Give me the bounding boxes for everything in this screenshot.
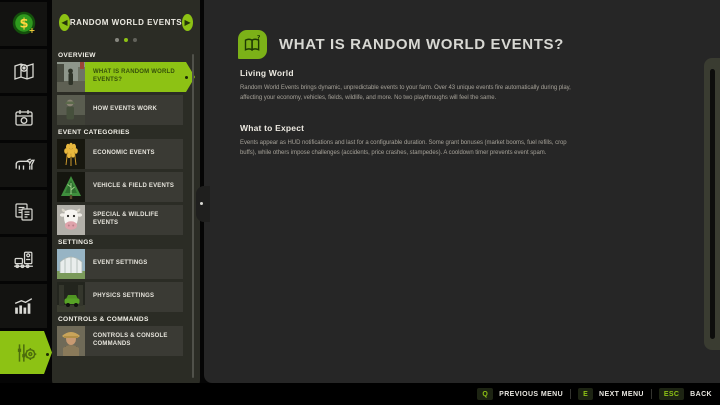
sidebar-item-label: WHAT IS RANDOM WORLD EVENTS? xyxy=(85,62,195,92)
left-icon-bar: $ + xyxy=(0,0,47,405)
page-title: WHAT IS RANDOM WORLD EVENTS? xyxy=(279,36,564,53)
sidebar-item-label: VEHICLE & FIELD EVENTS xyxy=(85,172,183,202)
sidebar-scrollbar[interactable] xyxy=(192,54,194,378)
sidebar-header: ◀ RANDOM WORLD EVENTS ▶ xyxy=(52,0,200,31)
main-scrollbar[interactable] xyxy=(704,58,720,350)
next-menu-label: NEXT MENU xyxy=(599,391,644,398)
wheat-icon xyxy=(57,139,85,169)
sidebar-item-label: EVENT SETTINGS xyxy=(85,249,183,279)
previous-menu-button[interactable]: Q PREVIOUS MENU xyxy=(477,388,563,400)
section-body: Random World Events brings dynamic, unpr… xyxy=(240,84,578,104)
svg-text:+: + xyxy=(28,26,35,35)
next-menu-button[interactable]: E NEXT MENU xyxy=(578,388,644,400)
previous-menu-label: PREVIOUS MENU xyxy=(499,391,563,398)
sidebar-item-label: SPECIAL & WILDLIFE EVENTS xyxy=(85,205,183,235)
key-e-badge: E xyxy=(578,388,593,400)
page-dot xyxy=(115,38,119,42)
sidebar-item-vehicle-field-events[interactable]: VEHICLE & FIELD EVENTS xyxy=(57,172,183,202)
panel-collapse-handle[interactable] xyxy=(196,186,210,222)
garage-photo-thumbnail xyxy=(57,282,85,312)
back-button[interactable]: ESC BACK xyxy=(659,388,712,400)
sidebar-item-controls-console-commands[interactable]: CONTROLS & CONSOLE COMMANDS xyxy=(57,326,183,356)
main-panel: ? WHAT IS RANDOM WORLD EVENTS? Living Wo… xyxy=(204,0,720,383)
svg-text:$: $ xyxy=(19,17,28,32)
calendar-icon xyxy=(12,106,36,130)
sidebar-title: RANDOM WORLD EVENTS xyxy=(70,18,182,27)
street-scene-1-thumbnail xyxy=(57,62,85,92)
key-esc-badge: ESC xyxy=(659,388,684,400)
sidebar-content: OVERVIEW WHAT IS RANDOM WORLD EVENTS? xyxy=(52,42,200,356)
sidebar-item-special-wildlife-events[interactable]: SPECIAL & WILDLIFE EVENTS xyxy=(57,205,183,235)
svg-text:?: ? xyxy=(257,35,261,42)
content-section-what-to-expect: What to Expect Events appear as HUD noti… xyxy=(240,123,578,159)
main-scrollbar-track xyxy=(710,69,715,339)
prev-page-button[interactable]: ◀ xyxy=(59,14,70,31)
back-label: BACK xyxy=(690,391,712,398)
main-header: ? WHAT IS RANDOM WORLD EVENTS? xyxy=(238,30,564,59)
greenhouse-photo-thumbnail xyxy=(57,249,85,279)
nav-mod-settings-active[interactable] xyxy=(0,331,52,374)
sidebar-panel: ◀ RANDOM WORLD EVENTS ▶ OVERVIEW xyxy=(52,0,200,390)
separator xyxy=(570,389,571,399)
tree-icon xyxy=(57,172,85,202)
section-label-overview: OVERVIEW xyxy=(58,52,194,59)
selected-item-dot xyxy=(185,76,188,79)
nav-contracts[interactable] xyxy=(0,190,47,234)
sidebar-item-label: HOW EVENTS WORK xyxy=(85,95,183,125)
bottom-bar: Q PREVIOUS MENU E NEXT MENU ESC BACK xyxy=(0,383,720,405)
page-dot-active xyxy=(124,38,128,42)
cow-icon xyxy=(57,205,85,235)
active-tab-dot xyxy=(46,353,49,356)
sidebar-item-physics-settings[interactable]: PHYSICS SETTINGS xyxy=(57,282,183,312)
sidebar-item-economic-events[interactable]: ECONOMIC EVENTS xyxy=(57,139,183,169)
sidebar-item-label: ECONOMIC EVENTS xyxy=(85,139,183,169)
sidebar-item-what-is[interactable]: WHAT IS RANDOM WORLD EVENTS? xyxy=(57,62,195,92)
book-icon: ? xyxy=(238,30,267,59)
nav-animals[interactable] xyxy=(0,143,47,187)
main-content: Living World Random World Events brings … xyxy=(240,68,578,178)
section-body: Events appear as HUD notifications and l… xyxy=(240,139,578,159)
street-scene-2-thumbnail xyxy=(57,95,85,125)
section-label-event-categories: EVENT CATEGORIES xyxy=(58,129,194,136)
handle-dot-icon xyxy=(200,202,203,205)
nav-production[interactable] xyxy=(0,237,47,281)
section-label-settings: SETTINGS xyxy=(58,239,194,246)
section-heading: Living World xyxy=(240,68,578,78)
nav-calendar[interactable] xyxy=(0,96,47,140)
production-icon xyxy=(11,247,36,272)
sidebar-item-how-events-work[interactable]: HOW EVENTS WORK xyxy=(57,95,183,125)
sidebar-item-label: CONTROLS & CONSOLE COMMANDS xyxy=(85,326,183,356)
sidebar-item-event-settings[interactable]: EVENT SETTINGS xyxy=(57,249,183,279)
next-page-button[interactable]: ▶ xyxy=(182,14,193,31)
page-dot xyxy=(133,38,137,42)
nav-map[interactable] xyxy=(0,49,47,93)
money-icon: $ + xyxy=(9,9,39,39)
content-section-living-world: Living World Random World Events brings … xyxy=(240,68,578,104)
nav-finances[interactable]: $ + xyxy=(0,2,47,46)
screen: $ + xyxy=(0,0,720,405)
contracts-icon xyxy=(12,200,36,224)
nav-statistics[interactable] xyxy=(0,284,47,328)
key-q-badge: Q xyxy=(477,388,493,400)
farmer-portrait-thumbnail xyxy=(57,326,85,356)
section-label-controls-commands: CONTROLS & COMMANDS xyxy=(58,316,194,323)
statistics-icon xyxy=(11,294,36,319)
section-heading: What to Expect xyxy=(240,123,578,133)
map-icon xyxy=(12,59,36,83)
sidebar-item-label: PHYSICS SETTINGS xyxy=(85,282,183,312)
animal-icon xyxy=(11,153,36,178)
gear-sliders-icon xyxy=(13,340,39,366)
separator xyxy=(651,389,652,399)
